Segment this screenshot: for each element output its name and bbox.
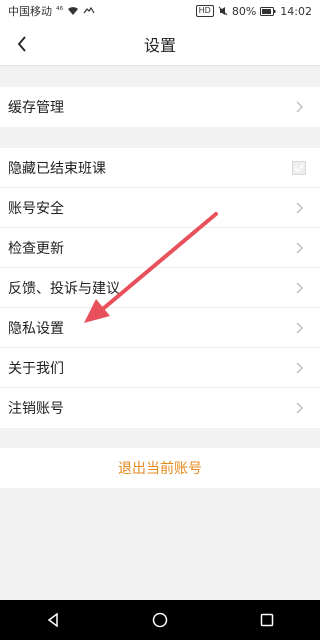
nav-back-icon <box>48 613 59 627</box>
checkbox-icon[interactable] <box>292 160 306 175</box>
settings-item-label: 隐藏已结束班课 <box>8 160 106 177</box>
settings-item-label: 账号安全 <box>8 200 64 217</box>
hd-badge: HD <box>195 5 214 17</box>
settings-item-check-update[interactable]: 检查更新 <box>0 228 320 268</box>
settings-list: 隐藏已结束班课 账号安全 检查更新 反馈、投诉与建议 隐私设置 关于我们 注销账… <box>0 148 320 428</box>
nav-recents-icon <box>260 613 273 627</box>
nav-home-icon <box>152 612 168 628</box>
system-nav-bar <box>0 600 320 640</box>
chevron-right-icon <box>296 201 306 215</box>
chevron-right-icon <box>296 401 306 415</box>
settings-item-about[interactable]: 关于我们 <box>0 348 320 388</box>
nav-back-button[interactable] <box>33 600 73 640</box>
logout-group: 退出当前账号 <box>0 448 320 488</box>
battery-percent: 80% <box>231 4 257 18</box>
status-right: HD 80% 14:02 <box>195 4 312 18</box>
mute-icon <box>218 6 228 16</box>
settings-item-label: 注销账号 <box>8 401 64 417</box>
clock: 14:02 <box>280 4 312 18</box>
chevron-right-icon <box>296 241 306 255</box>
battery-icon <box>260 6 276 16</box>
settings-item-hide-ended-classes[interactable]: 隐藏已结束班课 <box>0 148 320 188</box>
settings-item-label: 隐私设置 <box>8 320 64 337</box>
settings-item-label: 缓存管理 <box>8 100 64 116</box>
settings-item-label: 反馈、投诉与建议 <box>8 280 120 297</box>
chevron-right-icon <box>296 100 306 114</box>
notification-icon <box>83 6 95 14</box>
settings-item-privacy[interactable]: 隐私设置 <box>0 308 320 348</box>
nav-home-button[interactable] <box>140 600 180 640</box>
signal-icon: ⁴⁶ <box>56 6 64 16</box>
status-left: 中国移动 ⁴⁶ <box>8 3 95 19</box>
settings-item-cache[interactable]: 缓存管理 <box>0 87 320 127</box>
wifi-icon <box>68 7 79 15</box>
settings-item-label: 检查更新 <box>8 240 64 257</box>
cache-group: 缓存管理 <box>0 87 320 127</box>
page-title: 设置 <box>143 35 176 55</box>
settings-item-account-security[interactable]: 账号安全 <box>0 188 320 228</box>
status-bar: 中国移动 ⁴⁶ HD 80% 14:02 <box>0 0 320 22</box>
logout-button[interactable]: 退出当前账号 <box>0 448 320 488</box>
chevron-right-icon <box>296 281 306 295</box>
settings-item-label: 关于我们 <box>8 360 64 377</box>
header-bar: 设置 <box>0 22 320 66</box>
chevron-right-icon <box>296 361 306 375</box>
chevron-right-icon <box>296 321 306 335</box>
settings-item-feedback[interactable]: 反馈、投诉与建议 <box>0 268 320 308</box>
nav-recents-button[interactable] <box>247 600 287 640</box>
carrier-name: 中国移动 <box>8 5 52 18</box>
back-button[interactable] <box>6 22 38 66</box>
settings-item-delete-account[interactable]: 注销账号 <box>0 388 320 428</box>
back-chevron-icon <box>17 36 26 52</box>
